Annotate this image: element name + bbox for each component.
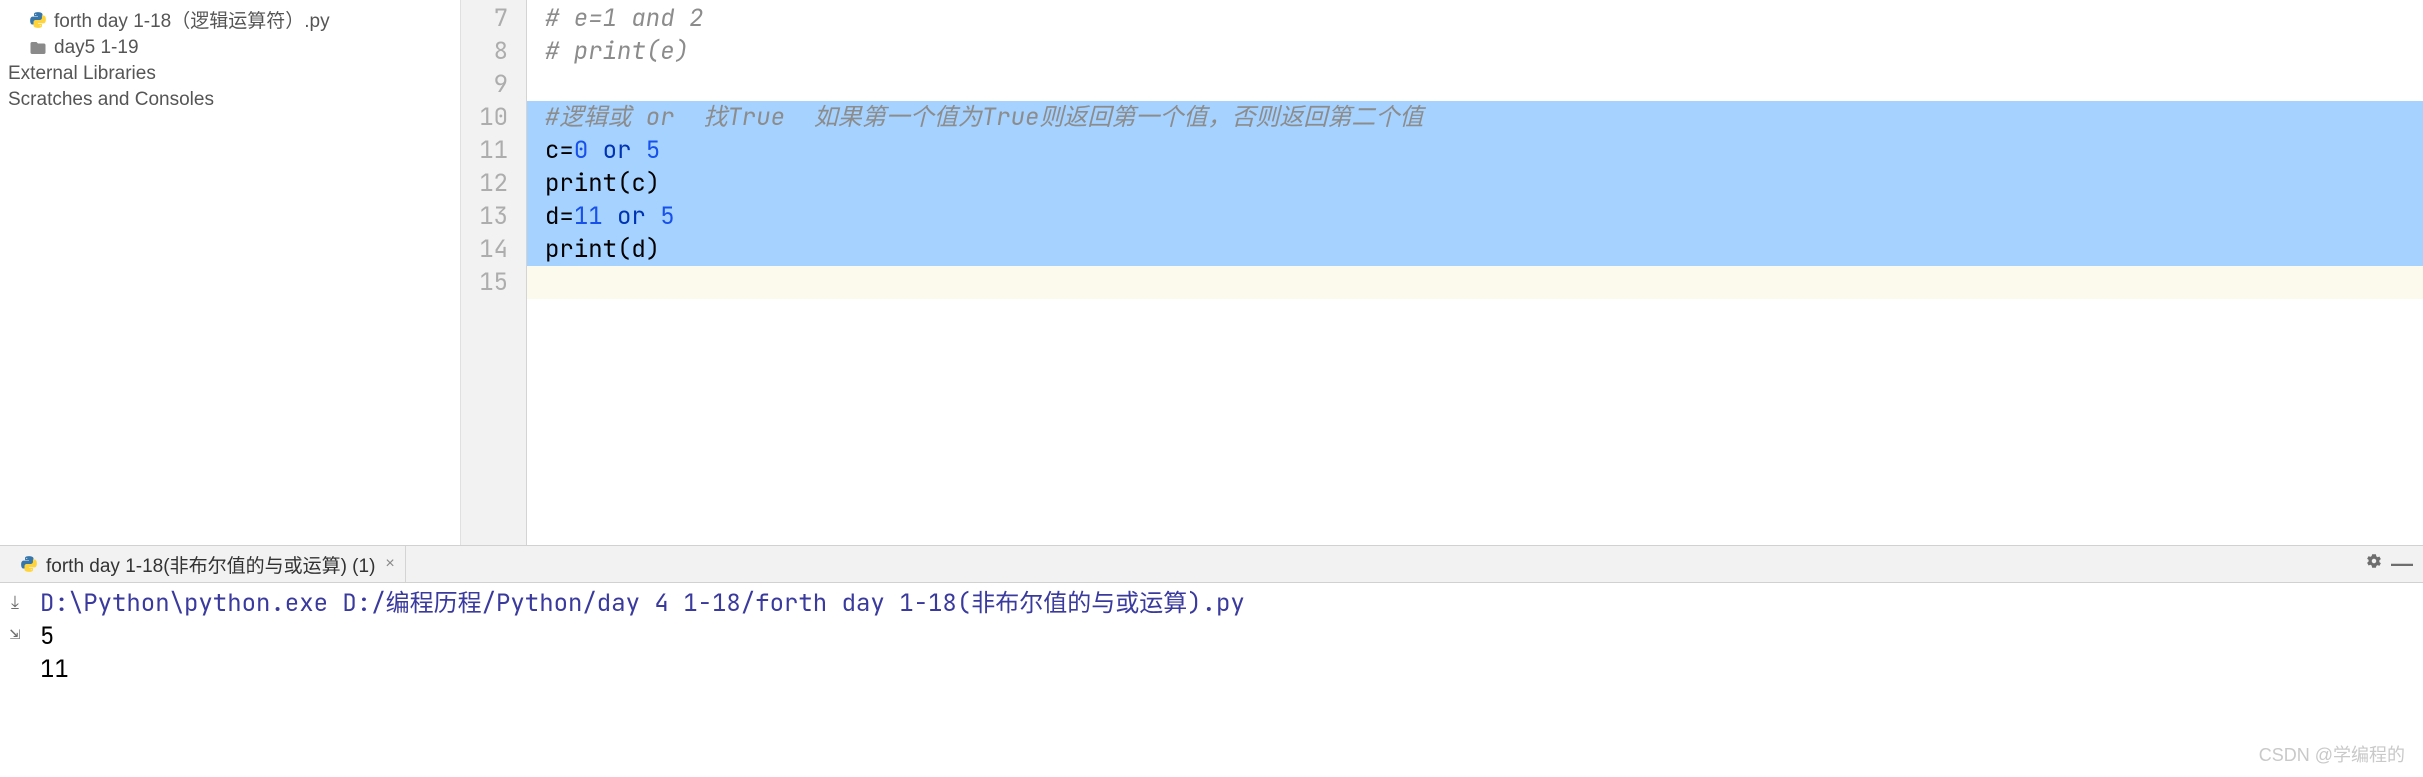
folder-icon: [28, 38, 48, 58]
code-line[interactable]: [527, 266, 2423, 299]
code-line[interactable]: print(d): [527, 233, 2423, 266]
tree-item-external-libs[interactable]: External Libraries: [0, 61, 460, 87]
code-line[interactable]: #逻辑或 or 找True 如果第一个值为True则返回第一个值，否则返回第二个…: [527, 101, 2423, 134]
gear-icon[interactable]: [2365, 552, 2383, 576]
code-line[interactable]: # print(e): [527, 35, 2423, 68]
code-line[interactable]: c=0 or 5: [527, 134, 2423, 167]
console-command: D:\Python\python.exe D:/编程历程/Python/day …: [40, 587, 2423, 620]
minimize-icon[interactable]: —: [2391, 551, 2413, 577]
code-line[interactable]: # e=1 and 2: [527, 2, 2423, 35]
gutter: 789101112131415: [461, 0, 526, 545]
code-line[interactable]: [527, 68, 2423, 101]
tree-item-folder[interactable]: day5 1-19: [0, 35, 460, 61]
tree-item-scratches[interactable]: Scratches and Consoles: [0, 87, 460, 113]
python-file-icon: [20, 555, 38, 573]
tree-item-file[interactable]: forth day 1-18（逻辑运算符）.py: [0, 4, 460, 35]
code-line[interactable]: d=11 or 5: [527, 200, 2423, 233]
tree-label: External Libraries: [8, 63, 156, 85]
python-file-icon: [28, 10, 48, 30]
project-tree[interactable]: forth day 1-18（逻辑运算符）.py day5 1-19 Exter…: [0, 0, 460, 545]
run-tab[interactable]: forth day 1-18(非布尔值的与或运算) (1) ×: [10, 546, 406, 582]
code-editor[interactable]: 789101112131415 # e=1 and 2# print(e) #逻辑…: [460, 0, 2423, 545]
console-output: 11: [40, 653, 2423, 686]
run-tab-label: forth day 1-18(非布尔值的与或运算) (1): [46, 551, 375, 578]
tree-label: Scratches and Consoles: [8, 89, 214, 111]
console-side-icons: ⤓ ⇲: [0, 583, 30, 645]
scroll-icon[interactable]: ⤓: [11, 591, 19, 614]
watermark: CSDN @学编程的: [2259, 741, 2405, 767]
run-tabs-bar: forth day 1-18(非布尔值的与或运算) (1) × —: [0, 545, 2423, 583]
tree-label: day5 1-19: [54, 37, 139, 59]
code-area[interactable]: # e=1 and 2# print(e) #逻辑或 or 找True 如果第一个…: [526, 0, 2423, 545]
wrap-icon[interactable]: ⇲: [10, 622, 21, 645]
code-line[interactable]: print(c): [527, 167, 2423, 200]
console-output: 5: [40, 620, 2423, 653]
run-console[interactable]: ⤓ ⇲ D:\Python\python.exe D:/编程历程/Python/…: [0, 583, 2423, 690]
close-icon[interactable]: ×: [385, 555, 394, 573]
tree-label: forth day 1-18（逻辑运算符）.py: [54, 6, 330, 33]
